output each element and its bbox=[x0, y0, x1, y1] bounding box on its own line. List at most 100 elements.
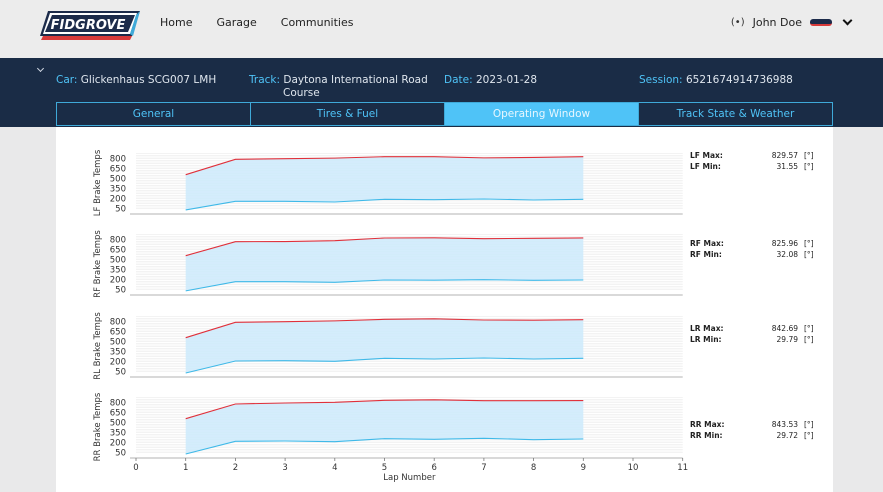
legend-min-value: 29.72 bbox=[776, 431, 798, 440]
legend-max-value: 825.96 bbox=[771, 239, 798, 248]
legend-max-value: 842.69 bbox=[771, 324, 798, 333]
rl-ytick-label: 200 bbox=[110, 358, 126, 368]
legend-max-value: 829.57 bbox=[771, 151, 798, 160]
rl-ytick-label: 350 bbox=[110, 348, 126, 358]
legend-max-label: RF Max: bbox=[690, 239, 724, 248]
legend-unit: [°] bbox=[804, 324, 814, 333]
main-nav: Home Garage Communities bbox=[160, 16, 353, 29]
x-tick-label: 6 bbox=[431, 463, 436, 473]
rf-ytick-label: 650 bbox=[110, 246, 126, 256]
rf-ytick-label: 800 bbox=[110, 236, 126, 246]
rr-ytick-label: 800 bbox=[110, 399, 126, 409]
rr-ytick-label: 500 bbox=[110, 419, 126, 429]
rf-ytick-label: 500 bbox=[110, 256, 126, 266]
lf-ytick-label: 800 bbox=[110, 155, 126, 165]
legend-unit: [°] bbox=[804, 162, 814, 171]
track-value-cont: Course bbox=[283, 87, 320, 99]
lf-axis-label: LF Brake Temps bbox=[93, 149, 103, 216]
x-tick-label: 7 bbox=[481, 463, 486, 473]
fidgrove-logo[interactable]: FIDGROVE bbox=[40, 9, 142, 45]
legend-min-value: 31.55 bbox=[776, 162, 798, 171]
legend-unit: [°] bbox=[804, 151, 814, 160]
rr-ytick-label: 350 bbox=[110, 429, 126, 439]
session-value: 6521674914736988 bbox=[685, 74, 793, 86]
rf-axis-label: RF Brake Temps bbox=[93, 230, 103, 298]
legend-min-row: LR Min: 29.79 [°] bbox=[690, 334, 818, 345]
legend-min-label: RR Min: bbox=[690, 431, 723, 440]
lf-ytick-label: 50 bbox=[115, 205, 126, 215]
x-tick-label: 11 bbox=[677, 463, 688, 473]
legend-min-row: RR Min: 29.72 [°] bbox=[690, 430, 818, 441]
x-tick-label: 0 bbox=[133, 463, 138, 473]
legend-min-label: LF Min: bbox=[690, 162, 721, 171]
legend-unit: [°] bbox=[804, 335, 814, 344]
legend-unit: [°] bbox=[804, 420, 814, 429]
legend-max-label: LF Max: bbox=[690, 151, 723, 160]
x-tick-label: 8 bbox=[531, 463, 536, 473]
x-tick-label: 9 bbox=[581, 463, 586, 473]
track-label: Track: bbox=[249, 74, 281, 86]
svg-text:FIDGROVE: FIDGROVE bbox=[51, 18, 126, 33]
legend-max-label: LR Max: bbox=[690, 324, 724, 333]
tab-track-weather[interactable]: Track State & Weather bbox=[639, 103, 832, 125]
x-tick-label: 3 bbox=[282, 463, 287, 473]
session-id-info: Session: 6521674914736988 bbox=[639, 74, 793, 87]
user-menu[interactable]: (•) John Doe bbox=[731, 15, 853, 29]
rr-axis-label: RR Brake Temps bbox=[93, 392, 103, 461]
date-info: Date: 2023-01-28 bbox=[444, 74, 537, 87]
rf-ytick-label: 350 bbox=[110, 266, 126, 276]
legend-min-label: RF Min: bbox=[690, 250, 722, 259]
legend-max-label: RR Max: bbox=[690, 420, 725, 429]
nav-garage[interactable]: Garage bbox=[216, 16, 256, 29]
x-axis-label: Lap Number bbox=[383, 473, 436, 483]
legend-unit: [°] bbox=[804, 239, 814, 248]
x-tick-label: 10 bbox=[628, 463, 639, 473]
rr-ytick-label: 50 bbox=[115, 449, 126, 459]
legend-min-value: 32.08 bbox=[776, 250, 798, 259]
collapse-chevron-icon[interactable] bbox=[36, 64, 45, 73]
user-badge-icon bbox=[810, 19, 832, 26]
rr-ytick-label: 200 bbox=[110, 439, 126, 449]
operating-window-panel: 50 200 350 500 650 800 LF Brake Temps 50 200 350 5… bbox=[56, 127, 833, 492]
car-info: Car: Glickenhaus SCG007 LMH bbox=[56, 74, 216, 87]
nav-communities[interactable]: Communities bbox=[281, 16, 354, 29]
track-value: Daytona International Road bbox=[283, 74, 428, 86]
legend-max-row: LF Max: 829.57 [°] bbox=[690, 150, 818, 161]
tab-general[interactable]: General bbox=[57, 103, 251, 125]
session-label: Session: bbox=[639, 74, 683, 86]
lf-ytick-label: 500 bbox=[110, 175, 126, 185]
tab-operating-window[interactable]: Operating Window bbox=[445, 103, 639, 125]
rf-ytick-label: 200 bbox=[110, 276, 126, 286]
user-name[interactable]: John Doe bbox=[753, 16, 802, 29]
chevron-down-icon[interactable] bbox=[842, 15, 853, 26]
rl-ytick-label: 650 bbox=[110, 328, 126, 338]
legend-min-value: 29.79 bbox=[776, 335, 798, 344]
rl-ytick-label: 50 bbox=[115, 368, 126, 378]
tab-tires-fuel[interactable]: Tires & Fuel bbox=[251, 103, 445, 125]
legend-max-value: 843.53 bbox=[771, 420, 798, 429]
rl-axis-label: RL Brake Temps bbox=[93, 312, 103, 380]
legend-max-row: RR Max: 843.53 [°] bbox=[690, 419, 818, 430]
legend-unit: [°] bbox=[804, 250, 814, 259]
x-tick-label: 1 bbox=[183, 463, 188, 473]
legend-min-row: LF Min: 31.55 [°] bbox=[690, 161, 818, 172]
nav-home[interactable]: Home bbox=[160, 16, 192, 29]
tab-bar: General Tires & Fuel Operating Window Tr… bbox=[56, 102, 833, 126]
lf-ytick-label: 350 bbox=[110, 185, 126, 195]
top-navbar: FIDGROVE Home Garage Communities (•) Joh… bbox=[0, 0, 883, 58]
rf-legend: RF Max: 825.96 [°] RF Min: 32.08 [°] bbox=[690, 238, 818, 260]
lf-ytick-label: 650 bbox=[110, 165, 126, 175]
legend-min-label: LR Min: bbox=[690, 335, 722, 344]
car-value: Glickenhaus SCG007 LMH bbox=[80, 74, 217, 86]
rr-ytick-label: 650 bbox=[110, 409, 126, 419]
rl-ytick-label: 500 bbox=[110, 338, 126, 348]
legend-max-row: RF Max: 825.96 [°] bbox=[690, 238, 818, 249]
track-info: Track: Daytona International Road Course bbox=[249, 74, 429, 100]
rl-ytick-label: 800 bbox=[110, 318, 126, 328]
date-label: Date: bbox=[444, 74, 473, 86]
rr-legend: RR Max: 843.53 [°] RR Min: 29.72 [°] bbox=[690, 419, 818, 441]
x-tick-label: 4 bbox=[332, 463, 337, 473]
car-label: Car: bbox=[56, 74, 78, 86]
legend-min-row: RF Min: 32.08 [°] bbox=[690, 249, 818, 260]
legend-unit: [°] bbox=[804, 431, 814, 440]
